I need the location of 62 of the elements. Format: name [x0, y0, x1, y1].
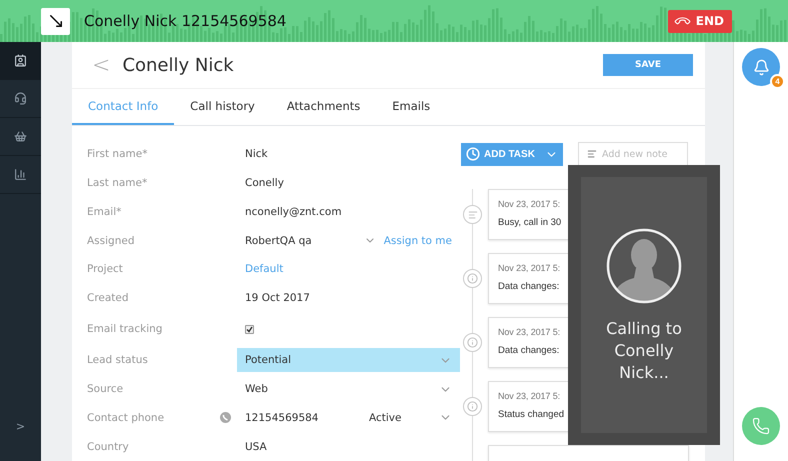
assignee-select[interactable]: RobertQA qa: [245, 234, 364, 247]
timeline-text: Data changes:: [498, 281, 560, 292]
field-label: Lead status: [87, 354, 149, 366]
notification-badge: 4: [770, 74, 785, 89]
select-field[interactable]: Web: [237, 377, 460, 402]
sidebar-expand[interactable]: >: [0, 420, 41, 433]
field-value: 12154569584: [245, 412, 320, 424]
calling-text: Calling to Conelly Nick...: [605, 318, 683, 384]
tab[interactable]: Emails: [376, 89, 446, 125]
field-label: Last name*: [87, 177, 148, 190]
tab[interactable]: Call history: [174, 89, 271, 125]
phone-icon: [752, 417, 770, 435]
field-label: Project: [87, 263, 124, 276]
call-title: Conelly Nick 12154569584: [84, 12, 288, 30]
phone-status-select[interactable]: Active: [369, 412, 439, 424]
field-label: Country: [87, 440, 130, 453]
field-label: Email*: [87, 206, 122, 218]
note-icon: [463, 205, 482, 224]
note-field[interactable]: Add new note: [578, 142, 688, 166]
assign-to-me-link[interactable]: Assign to me: [384, 234, 452, 247]
info-icon: [463, 269, 482, 288]
headset-icon: [14, 92, 27, 105]
bar-chart-icon: [14, 168, 27, 181]
contact-title: Conelly Nick: [122, 54, 235, 76]
end-call-button[interactable]: END: [668, 10, 732, 32]
tab[interactable]: Contact Info: [72, 89, 174, 125]
avatar-icon: [606, 228, 682, 304]
field-label: Source: [87, 383, 124, 396]
field-label: First name*: [87, 148, 148, 160]
field-value: nconelly@znt.com: [245, 206, 342, 218]
clock-icon: [466, 147, 480, 161]
field-label: Contact phone: [87, 412, 166, 424]
info-icon: [463, 333, 482, 352]
bell-icon: [752, 58, 770, 76]
phone-icon[interactable]: [220, 412, 231, 424]
timeline-date: Nov 23, 2017 5:: [498, 391, 560, 401]
sidebar-item[interactable]: [0, 42, 41, 80]
field-label: Created: [87, 292, 130, 304]
expand-button[interactable]: [41, 8, 70, 34]
basket-icon: [14, 130, 27, 143]
field-value: 19 Oct 2017: [245, 292, 310, 304]
contact-card-icon: [14, 54, 27, 67]
project-link[interactable]: Default: [245, 263, 284, 276]
timeline-date: Nov 23, 2017 5:: [498, 263, 560, 273]
tab[interactable]: Attachments: [270, 89, 376, 125]
call-button[interactable]: [742, 407, 780, 445]
info-icon: [463, 397, 482, 416]
timeline-text: Busy, call in 30: [498, 217, 562, 228]
field-value: Nick: [245, 148, 268, 160]
select-field[interactable]: Potential: [237, 348, 460, 372]
timeline-date: Nov 23, 2017 5:: [498, 199, 560, 209]
field-value: USA: [245, 440, 267, 453]
field-value: Conelly: [245, 177, 284, 190]
timeline-text: Status changed: [498, 409, 564, 420]
note-icon: [587, 149, 597, 159]
timeline-date: Nov 23, 2017 5:: [498, 327, 560, 337]
checkbox[interactable]: [245, 324, 254, 334]
timeline-text: Data changes:: [498, 345, 560, 356]
field-label: Email tracking: [87, 323, 164, 336]
save-button[interactable]: SAVE: [603, 54, 693, 76]
field-label: Assigned: [87, 234, 136, 247]
add-task-button[interactable]: ADD TASK: [461, 142, 563, 166]
